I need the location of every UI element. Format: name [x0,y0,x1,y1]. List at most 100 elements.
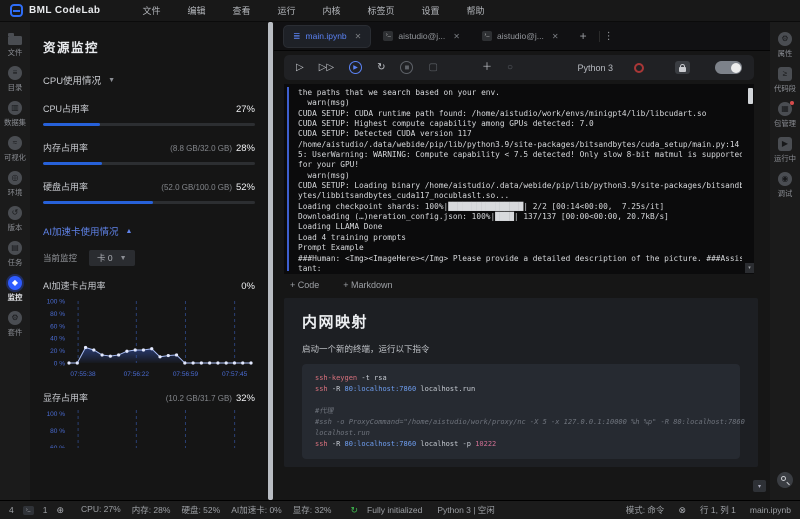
notebook-scroll-down-button[interactable]: ▾ [753,480,766,492]
disk-label: 硬盘占用率 [43,182,89,192]
add-cell-button[interactable]: ＋ [482,62,492,73]
close-icon[interactable]: ✕ [453,32,460,41]
sidebar-item-environment[interactable]: ◎ 环境 [7,171,23,198]
sidebar-item-tasks[interactable]: ▤ 任务 [7,241,23,268]
toolbar-buttons: ▷ ▷▷ ▶ ↻ ◼ ▢ ＋ ○ [296,61,513,74]
status-cursor-position[interactable]: 行 1, 列 1 [700,504,736,516]
status-count-a[interactable]: 4 [9,505,14,515]
packages-icon: ▦ [778,101,794,116]
menu-item-6[interactable]: 设置 [422,4,440,17]
sidebar-item-snippets[interactable]: ≥ 代码段 [773,67,797,94]
suite-icon: ⚙ [8,311,22,325]
status-mode: 模式: 命令 [625,505,665,515]
run-button[interactable]: ▷ [296,62,304,73]
menu-item-2[interactable]: 查看 [232,4,250,17]
app-logo: BML CodeLab [0,4,110,17]
sidebar-item-monitor[interactable]: ◆ 监控 [7,276,23,303]
sidebar-item-dataset[interactable]: ▥ 数据集 [3,101,27,128]
interrupt-button[interactable]: ◼ [400,61,414,74]
restart-run-button[interactable]: ▶ [349,61,363,74]
output-line: CUDA SETUP: CUDA runtime path found: /ho… [298,108,707,118]
memory-detail: (8.8 GB/32.0 GB) [170,144,232,153]
search-icon[interactable] [777,472,793,488]
memory-progressbar [43,162,255,165]
menu-item-5[interactable]: 标签页 [368,4,395,17]
sidebar-item-toc[interactable]: ≡ 目录 [7,66,23,93]
vram-meter: 显存占用率 (10.2 GB/31.7 GB) 32% [43,391,255,404]
target-icon[interactable]: ⊕ [56,505,64,515]
tabbar: ≣ main.ipynb ✕ ›_ aistudio@j... ✕ ›_ aistudio@j… [274,22,770,51]
tab-more-button[interactable]: ⋮ [598,30,618,42]
ai-section-header[interactable]: AI加速卡使用情况 ▲ [43,224,255,238]
kernel-busy-button[interactable]: ○ [507,62,513,73]
disk-progress-fill [43,201,154,204]
ai-section-label: AI加速卡使用情况 [43,227,119,238]
snippets-label: 代码段 [773,84,797,93]
status-kernel[interactable]: Python 3 | 空闲 [437,504,494,516]
add-markdown-button[interactable]: + Markdown [343,280,392,290]
sidebar-item-suite[interactable]: ⚙ 套件 [7,311,23,338]
sidebar-item-packages[interactable]: ▦ 包管理 [773,101,797,129]
meter-list: CPU占用率 27% 内存占用率 (8.8 GB/32.0 GB) 28% 硬盘占用率 (5… [43,102,255,204]
svg-text:100 %: 100 % [47,299,66,306]
tab-main-ipynb[interactable]: ≣ main.ipynb ✕ [284,25,371,47]
terminal-icon[interactable]: ›_ [22,505,34,515]
output-scroll-down-button[interactable]: ▾ [745,263,754,273]
menu-item-0[interactable]: 文件 [142,4,160,17]
close-icon[interactable]: ✕ [355,32,362,41]
output-line: Loading LLAMA Done [298,222,383,232]
code-token: ssh [315,440,328,448]
add-code-button[interactable]: + Code [290,280,319,290]
output-scrollbar[interactable] [748,88,753,104]
toolbar-toggle[interactable] [715,61,742,74]
notifications-icon[interactable]: ⊗ [678,505,686,515]
tab-aistudio-j---[interactable]: ›_ aistudio@j... ✕ [374,26,469,47]
code-token: -R [327,440,345,448]
svg-text:100 %: 100 % [47,411,66,418]
code-token: localhost.run [416,385,476,393]
meter-cpu: CPU占用率 27% [43,102,255,126]
sidebar-item-version[interactable]: ↺ 版本 [7,206,23,233]
disk-progressbar [43,201,255,204]
tab-aistudio-j---[interactable]: ›_ aistudio@j... ✕ [473,26,568,47]
menu-item-7[interactable]: 帮助 [467,4,485,17]
code-token: localhost.run [315,429,370,437]
menu-item-1[interactable]: 编辑 [187,4,205,17]
code-line: ssh-keygen -t rsa [315,373,727,384]
card-select-value: 卡 0 [97,253,113,263]
output-line: warn(msg) [298,170,350,180]
monitor-select-row: 当前监控 卡 0 ▼ [43,250,255,266]
tab-list: ≣ main.ipynb ✕ ›_ aistudio@j... ✕ ›_ aistudio@j… [284,25,568,47]
save-button[interactable]: ▢ [428,62,437,73]
menu-item-4[interactable]: 内核 [323,4,341,17]
restart-kernel-button[interactable]: ↻ [377,62,385,73]
sidebar-item-visualization[interactable]: ≈ 可视化 [3,136,27,163]
app-title: BML CodeLab [29,5,101,16]
kernel-name[interactable]: Python 3 [577,63,613,73]
meter-disk: 硬盘占用率 (52.0 GB/100.0 GB) 52% [43,180,255,204]
menu-item-3[interactable]: 运行 [277,4,295,17]
sidebar-item-running[interactable]: ▶ 运行中 [773,137,797,164]
disk-value: 52% [235,182,255,193]
badge-dot [790,101,794,105]
environment-label: 环境 [7,188,23,197]
card-select-dropdown[interactable]: 卡 0 ▼ [89,250,135,266]
run-all-button[interactable]: ▷▷ [319,62,334,73]
lock-icon[interactable] [675,61,690,74]
new-tab-button[interactable]: + [572,29,595,43]
cpu-section-header[interactable]: CPU使用情况 ▼ [43,73,255,87]
svg-text:07:57:45: 07:57:45 [222,371,248,378]
menubar: BML CodeLab 文件 编辑 查看 运行 内核 标签页 设置 帮助 [0,0,800,22]
disk-right: (52.0 GB/100.0 GB) 52% [161,182,255,193]
cpu-row: CPU占用率 27% [43,102,255,115]
svg-text:40 %: 40 % [50,336,65,343]
sidebar-item-files[interactable]: 文件 [7,32,23,58]
status-cpu: CPU: 27% [81,504,121,514]
close-icon[interactable]: ✕ [552,32,559,41]
markdown-cell[interactable]: 内网映射 启动一个新的终端，运行以下指令 ssh-keygen -t rsa ss… [284,298,758,467]
panel-scrollbar[interactable] [268,22,273,500]
monitor-label: 当前监控 [43,253,78,263]
sidebar-item-properties[interactable]: ⚙ 属性 [777,32,793,59]
sidebar-item-debug[interactable]: ◉ 调试 [777,172,793,199]
status-count-b[interactable]: 1 [43,505,48,515]
